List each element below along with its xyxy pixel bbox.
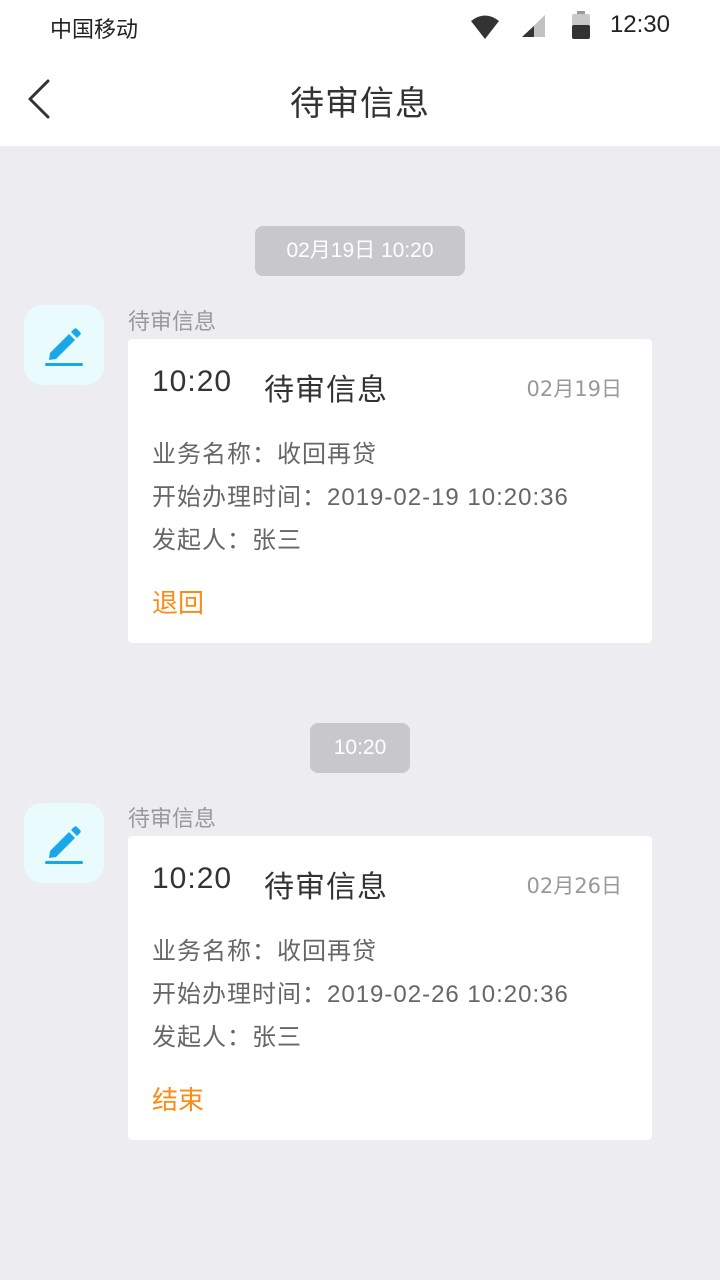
initiator-value: 张三 (252, 526, 302, 554)
initiator-label: 发起人： (152, 1023, 252, 1051)
start-time-label: 开始办理时间： (152, 483, 327, 511)
start-time-value: 2019-02-19 10:20:36 (327, 484, 569, 511)
message-timestamp: 02月19日 10:20 (255, 226, 465, 276)
status-time: 12:30 (609, 11, 670, 38)
card-time: 10:20 (152, 365, 233, 398)
message-card: 10:20 待审信息 02月19日 业务名称：收回再贷 开始办理时间：2019-… (128, 339, 652, 643)
initiator-row: 发起人：张三 (152, 520, 302, 555)
nav-bar: 待审信息 (0, 52, 720, 146)
business-name-label: 业务名称： (152, 937, 277, 965)
start-time-label: 开始办理时间： (152, 980, 327, 1008)
avatar (24, 305, 104, 385)
end-button[interactable]: 结束 (152, 1080, 204, 1117)
business-name-value: 收回再贷 (277, 937, 377, 965)
message-timestamp: 10:20 (310, 723, 410, 773)
card-title: 待审信息 (264, 373, 388, 408)
pencil-icon (45, 826, 83, 864)
start-time-value: 2019-02-26 10:20:36 (327, 981, 569, 1008)
card-date: 02月19日 (526, 377, 622, 401)
avatar (24, 803, 104, 883)
carrier-name: 中国移动 (50, 18, 139, 43)
wifi-icon (471, 15, 499, 39)
business-name-row: 业务名称：收回再贷 (152, 434, 377, 469)
card-date: 02月26日 (526, 874, 622, 898)
sender-name: 待审信息 (128, 310, 217, 335)
return-button[interactable]: 退回 (152, 583, 204, 620)
status-bar: 中国移动 12:30 (0, 0, 720, 52)
start-time-row: 开始办理时间：2019-02-26 10:20:36 (152, 974, 569, 1009)
business-name-value: 收回再贷 (277, 440, 377, 468)
card-time: 10:20 (152, 862, 233, 895)
card-title: 待审信息 (264, 870, 388, 905)
initiator-value: 张三 (252, 1023, 302, 1051)
battery-icon (572, 11, 590, 39)
signal-icon (522, 15, 545, 37)
start-time-row: 开始办理时间：2019-02-19 10:20:36 (152, 477, 569, 512)
business-name-label: 业务名称： (152, 440, 277, 468)
business-name-row: 业务名称：收回再贷 (152, 931, 377, 966)
page-title: 待审信息 (290, 84, 430, 124)
initiator-label: 发起人： (152, 526, 252, 554)
sender-name: 待审信息 (128, 807, 217, 832)
pencil-icon (45, 328, 83, 366)
initiator-row: 发起人：张三 (152, 1017, 302, 1052)
message-card: 10:20 待审信息 02月26日 业务名称：收回再贷 开始办理时间：2019-… (128, 836, 652, 1140)
